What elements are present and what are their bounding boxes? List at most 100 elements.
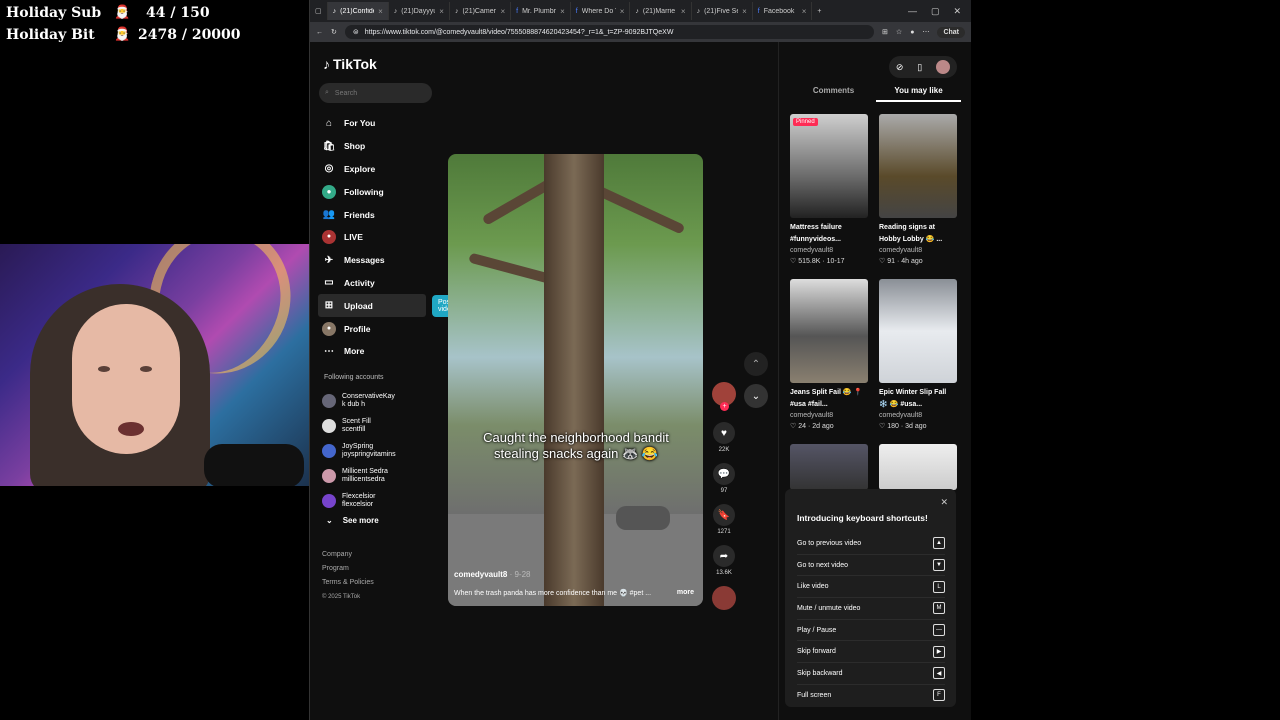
close-tab-icon[interactable]: × (802, 7, 807, 16)
footer-program[interactable]: Program (322, 562, 374, 576)
extensions-icon[interactable]: ⊞ (882, 28, 888, 36)
nav-explore[interactable]: ◎ Explore (322, 158, 426, 181)
address-bar[interactable]: ⊜ https://www.tiktok.com/@comedyvault8/v… (344, 25, 875, 39)
next-video-button[interactable]: ⌄ (744, 384, 768, 408)
video-thumbnail[interactable] (790, 444, 868, 490)
following-accounts-list: ConservativeKay k dub h Scent Fill scentfi… (322, 388, 396, 513)
video-thumbnail[interactable] (879, 444, 957, 490)
nav-activity[interactable]: ▭ Activity (322, 272, 426, 295)
shortcut-row: Full screen F (797, 685, 945, 706)
profile-icon: ● (322, 321, 336, 336)
video-card[interactable]: Epic Winter Slip Fall ❄️ 😂 #usa... comed… (879, 279, 957, 444)
browser-tab[interactable]: f Mr. Plumbr × (511, 2, 571, 20)
following-account[interactable]: Flexcelsior flexcelsior (322, 488, 396, 513)
nav-upload[interactable]: ⊞ Upload (318, 294, 426, 318)
close-icon[interactable]: ✕ (940, 497, 948, 508)
close-tab-icon[interactable]: × (620, 7, 625, 16)
site-info-icon[interactable]: ⊜ (353, 28, 359, 36)
video-player[interactable]: Caught the neighborhood bandit stealing … (448, 154, 703, 606)
more-link[interactable]: more (677, 589, 694, 597)
previous-video-button[interactable]: ⌃ (744, 352, 768, 376)
close-tab-icon[interactable]: × (378, 7, 383, 16)
video-thumbnail[interactable]: Pinned (790, 114, 868, 218)
browser-tab[interactable]: f Facebook × (753, 2, 813, 20)
account-handle: joyspringvitamins (342, 450, 396, 458)
video-thumbnail[interactable] (879, 114, 957, 218)
video-card[interactable]: Jeans Split Fail 😂 📍 #usa #fail... comed… (790, 279, 868, 444)
search-input[interactable]: ⌕ Search (319, 83, 432, 103)
nav-shop[interactable]: 🛍 Shop (322, 135, 426, 158)
close-tab-icon[interactable]: × (500, 7, 505, 16)
nav-live[interactable]: ● LIVE (322, 226, 426, 249)
search-placeholder: Search (334, 89, 358, 97)
share-button[interactable]: ➦ (713, 545, 735, 567)
video-author[interactable]: comedyvault8 · 9-28 (454, 570, 531, 579)
footer-terms[interactable]: Terms & Policies (322, 576, 374, 590)
video-nav-arrows: ⌃ ⌄ (744, 352, 768, 408)
chat-button[interactable]: Chat (937, 26, 965, 38)
footer-links: Company Program Terms & Policies © 2025 … (322, 548, 374, 604)
menu-icon[interactable]: ⋯ (922, 28, 929, 36)
video-card[interactable]: Pinned Mattress failure #funnyvideos... … (790, 114, 868, 279)
maximize-icon[interactable]: ▢ (931, 6, 940, 17)
following-account[interactable]: JoySpring joyspringvitamins (322, 438, 396, 463)
nav-messages[interactable]: ✈ Messages (322, 249, 426, 272)
browser-tab[interactable]: ♪ (21)Marrie × (630, 2, 692, 20)
user-avatar[interactable] (936, 60, 951, 74)
following-account[interactable]: ConservativeKay k dub h (322, 388, 396, 413)
browser-tab[interactable]: ♪ (21)Camera × (450, 2, 512, 20)
nav-more[interactable]: ⋯ More (322, 340, 426, 363)
browser-tab[interactable]: ♪ (21)Confide × (327, 2, 389, 20)
avatar (322, 418, 336, 433)
close-tab-icon[interactable]: × (560, 7, 565, 16)
comment-button[interactable]: 💬 (713, 463, 735, 485)
tab-list-icon[interactable]: ▢ (315, 7, 322, 15)
close-tab-icon[interactable]: × (681, 7, 686, 16)
video-card[interactable]: Reading signs at Hobby Lobby 😂 ... comed… (879, 114, 957, 279)
close-tab-icon[interactable]: × (742, 7, 747, 16)
creator-avatar[interactable]: + (712, 382, 736, 411)
tab-actions[interactable]: ▢ (310, 2, 328, 20)
sound-avatar[interactable] (712, 586, 736, 610)
tab-label: Where Do Y (581, 7, 616, 15)
close-window-icon[interactable]: ✕ (953, 6, 961, 17)
nav-label: Activity (344, 277, 375, 288)
tab-comments[interactable]: Comments (791, 86, 876, 102)
tiktok-logo[interactable]: ♪ TikTok (323, 56, 377, 72)
card-author[interactable]: comedyvault8 (790, 246, 868, 256)
arrow-right-key-icon: ▶ (933, 645, 945, 658)
browser-tab[interactable]: ♪ (21)Five Se × (692, 2, 753, 20)
reload-icon[interactable]: ↻ (331, 28, 337, 36)
like-button[interactable]: ♥ (713, 422, 735, 444)
see-more-button[interactable]: ⌄ See more (326, 516, 379, 525)
tiktok-favicon-icon: ♪ (696, 7, 701, 15)
following-account[interactable]: Millicent Sedra millicentsedra (322, 463, 396, 488)
coin-icon[interactable]: ⊘ (896, 62, 904, 73)
profile-icon[interactable]: ● (910, 29, 914, 36)
browser-tab[interactable]: fWhere Do Y × (571, 2, 631, 20)
minimize-icon[interactable]: — (908, 6, 917, 17)
microphone (204, 444, 304, 486)
favorites-icon[interactable]: ☆ (896, 28, 902, 36)
card-author[interactable]: comedyvault8 (879, 246, 957, 256)
account-handle: k dub h (342, 400, 365, 408)
nav-for-you[interactable]: ⌂ For You (322, 112, 426, 135)
card-author[interactable]: comedyvault8 (790, 411, 868, 421)
new-tab-button[interactable]: + (812, 2, 826, 20)
nav-friends[interactable]: 👥 Friends (322, 203, 426, 226)
follow-plus-icon[interactable]: + (720, 402, 729, 411)
footer-company[interactable]: Company (322, 548, 374, 562)
video-thumbnail[interactable] (879, 279, 957, 383)
save-button[interactable]: 🔖 (713, 504, 735, 526)
device-icon[interactable]: ▯ (917, 62, 922, 73)
nav-profile[interactable]: ● Profile (322, 317, 426, 340)
video-thumbnail[interactable] (790, 279, 868, 383)
like-count: 22K (718, 447, 730, 453)
following-account[interactable]: Scent Fill scentfill (322, 413, 396, 438)
browser-tab[interactable]: ♪ (21)Dayyyu × (389, 2, 450, 20)
close-tab-icon[interactable]: × (439, 7, 444, 16)
card-author[interactable]: comedyvault8 (879, 411, 957, 421)
nav-following[interactable]: ● Following (322, 180, 426, 203)
tab-you-may-like[interactable]: You may like (876, 86, 961, 102)
back-icon[interactable]: ← (316, 29, 323, 36)
